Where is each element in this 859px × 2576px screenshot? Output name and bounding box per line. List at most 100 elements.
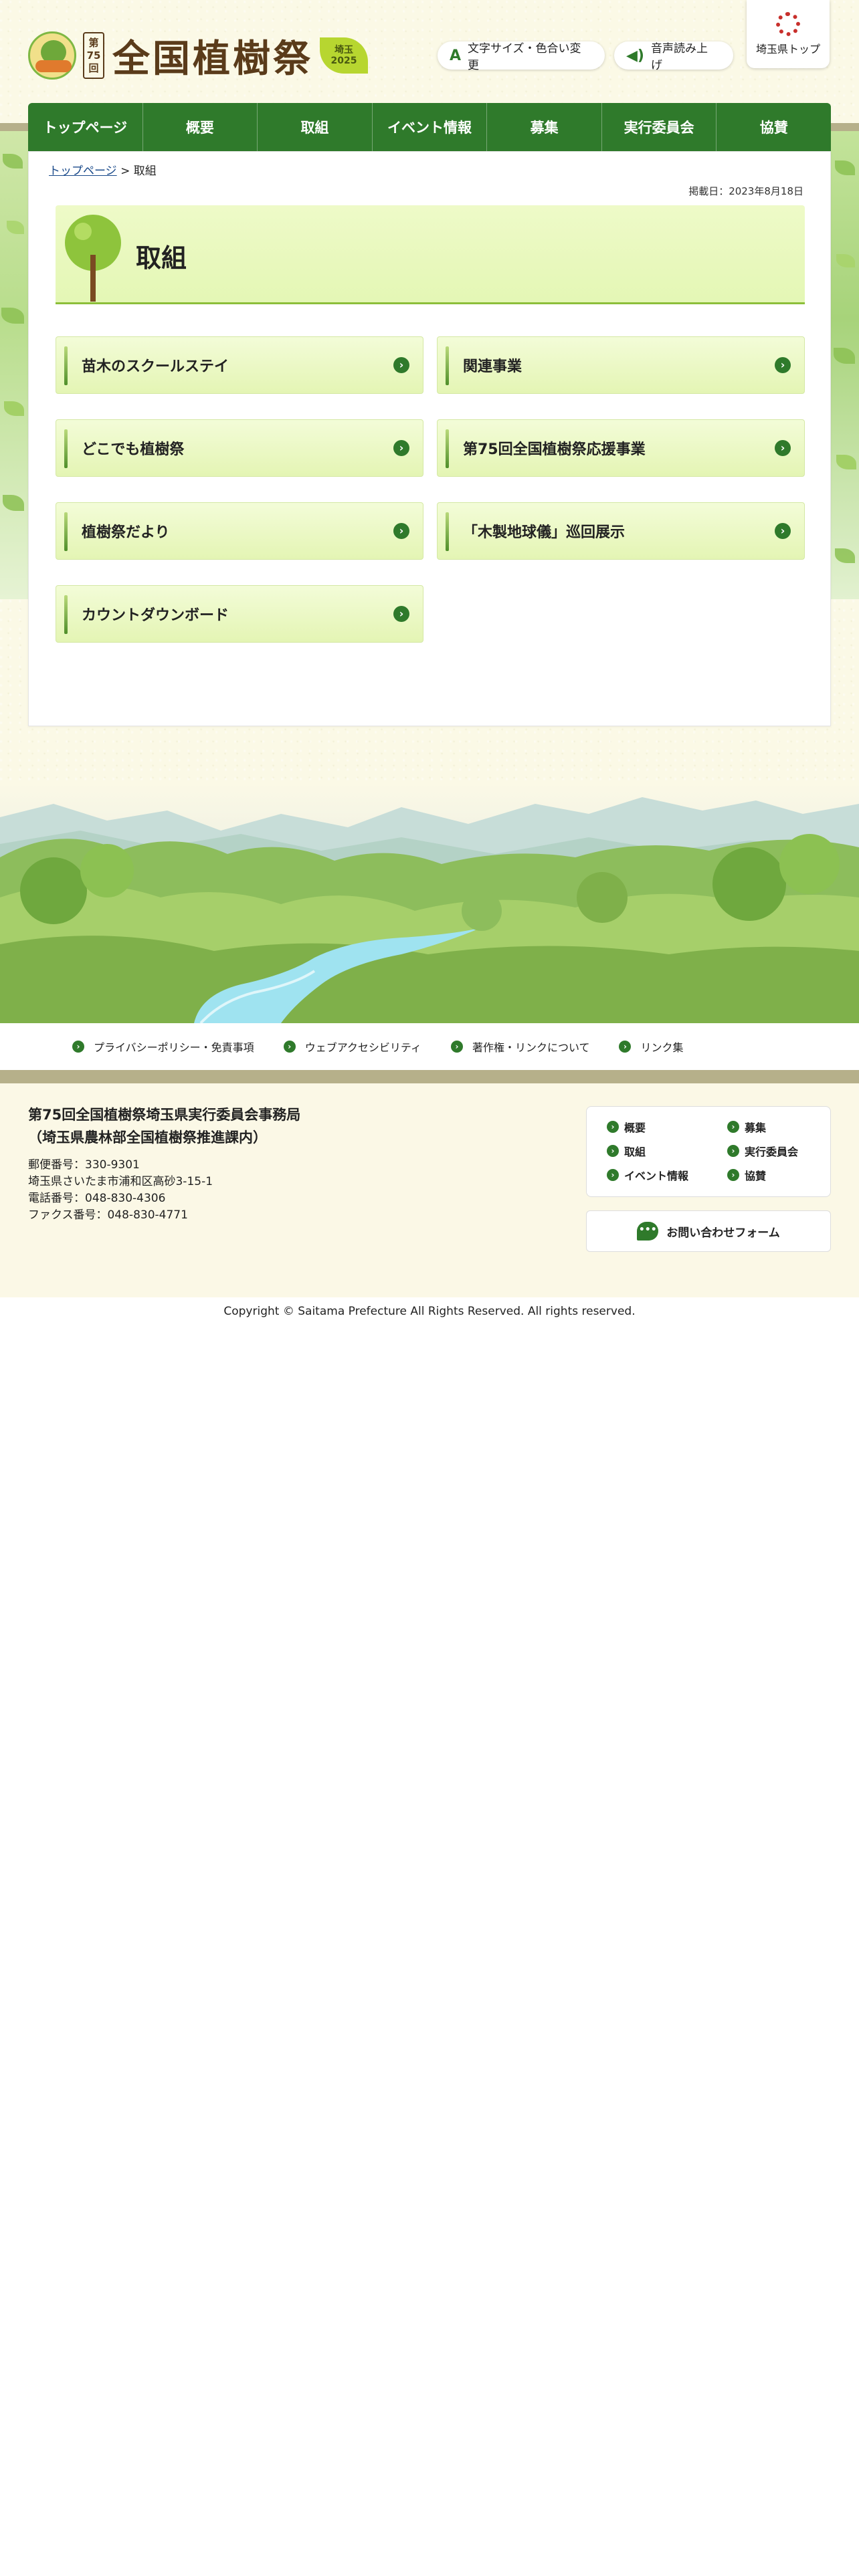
chevron-right-icon: › [393,440,409,456]
chevron-right-icon: › [393,523,409,539]
card-support-projects[interactable]: 第75回全国植樹祭応援事業 › [437,419,805,477]
global-nav: トップページ 概要 取組 イベント情報 募集 実行委員会 協賛 [28,103,831,151]
card-accent [446,346,449,385]
privacy-policy-link[interactable]: › プライバシーポリシー・免責事項 [72,1039,254,1055]
landscape-illustration [0,784,859,1023]
font-size-color-button[interactable]: A 文字サイズ・色合い変更 [438,41,605,72]
chevron-right-icon: › [283,1041,296,1053]
chat-bubble-icon: ••• [637,1222,659,1241]
chevron-right-icon: › [607,1169,619,1181]
logo-edition: 第 75 回 [83,32,104,79]
breadcrumb-home-link[interactable]: トップページ [49,165,117,178]
chevron-right-icon: › [775,357,791,373]
card-label: 「木製地球儀」巡回展示 [463,524,626,541]
breadcrumb-separator: > [120,165,130,178]
nav-item-recruitment[interactable]: 募集 [486,103,601,151]
site-logo[interactable]: 第 75 回 全国植樹祭 埼玉 2025 [28,29,389,82]
chevron-right-icon: › [607,1145,619,1157]
card-label: 関連事業 [463,358,522,375]
footer-link-label: 著作権・リンクについて [472,1041,590,1054]
card-accent [64,595,68,634]
card-accent [64,512,68,551]
nav-item-events[interactable]: イベント情報 [371,103,487,151]
fax-number: ファクス番号：048-830-4771 [28,1208,188,1222]
nav-item-overview[interactable]: 概要 [142,103,258,151]
phone-number: 電話番号：048-830-4306 [28,1192,166,1205]
emblem-icon [28,31,76,80]
footer-band [0,1070,859,1083]
font-size-icon: A [450,47,462,64]
contact-form-label: お問い合わせフォーム [666,1226,780,1240]
footer-nav-recruitment[interactable]: › 募集 [727,1119,766,1135]
chevron-right-icon: › [72,1041,84,1053]
chevron-right-icon: › [727,1121,739,1133]
footer-nav-sponsors[interactable]: › 協賛 [727,1167,766,1183]
footer-nav: › 概要 › 募集 › 取組 › 実行委員会 › イベント情報 › 協賛 [586,1106,831,1197]
web-accessibility-link[interactable]: › ウェブアクセシビリティ [283,1039,421,1055]
site-footer: 第75回全国植樹祭埼玉県実行委員会事務局 （埼玉県農林部全国植樹祭推進課内） 郵… [0,1083,859,1297]
saitama-top-link[interactable]: 埼玉県トップ [747,0,830,68]
footer-link-label: ウェブアクセシビリティ [304,1041,421,1054]
voice-reading-button[interactable]: ◀) 音声読み上げ [614,41,733,72]
card-label: 植樹祭だより [82,524,170,541]
postal-code: 郵便番号：330-9301 [28,1158,140,1172]
chevron-right-icon: › [450,1041,463,1053]
card-related-projects[interactable]: 関連事業 › [437,336,805,394]
main-content: トップページ > 取組 掲載日：2023年8月18日 取組 苗木のスクールステイ… [28,151,831,726]
chevron-right-icon: › [775,440,791,456]
nav-item-sponsors[interactable]: 協賛 [716,103,831,151]
saitama-top-label: 埼玉県トップ [755,43,820,56]
logo-title: 全国植樹祭 [112,36,313,81]
logo-badge: 埼玉 2025 [320,37,368,74]
nav-item-initiatives[interactable]: 取組 [257,103,372,151]
card-label: 第75回全国植樹祭応援事業 [463,441,646,458]
page-title: 取組 [136,243,187,273]
speaker-icon: ◀) [626,47,644,64]
nav-item-committee[interactable]: 実行委員会 [601,103,717,151]
card-wooden-globe-exhibit[interactable]: 「木製地球儀」巡回展示 › [437,502,805,560]
card-newsletter[interactable]: 植樹祭だより › [56,502,423,560]
chevron-right-icon: › [727,1169,739,1181]
card-label: 苗木のスクールステイ [82,358,229,375]
address: 埼玉県さいたま市浦和区高砂3-15-1 [28,1175,213,1188]
footer-nav-events[interactable]: › イベント情報 [607,1167,688,1183]
left-foliage [0,131,28,599]
card-sapling-school-stay[interactable]: 苗木のスクールステイ › [56,336,423,394]
published-date: 掲載日：2023年8月18日 [688,185,803,197]
org-name: 第75回全国植樹祭埼玉県実行委員会事務局 [28,1107,301,1123]
site-header: 第 75 回 全国植樹祭 埼玉 2025 A 文字サイズ・色合い変更 ◀) 音声… [0,0,859,104]
footer-nav-initiatives[interactable]: › 取組 [607,1143,646,1159]
right-foliage [831,131,859,599]
org-department: （埼玉県農林部全国植樹祭推進課内） [28,1130,267,1146]
saitama-sun-icon [776,12,800,36]
chevron-right-icon: › [727,1145,739,1157]
voice-button-label: 音声読み上げ [650,42,708,72]
card-anywhere-planting[interactable]: どこでも植樹祭 › [56,419,423,477]
chevron-right-icon: › [393,357,409,373]
card-label: どこでも植樹祭 [82,441,185,458]
tree-icon [65,215,121,302]
links-page-link[interactable]: › リンク集 [619,1039,683,1055]
font-size-button-label: 文字サイズ・色合い変更 [468,42,581,72]
card-countdown-board[interactable]: カウントダウンボード › [56,585,423,643]
organization-info: 第75回全国植樹祭埼玉県実行委員会事務局 （埼玉県農林部全国植樹祭推進課内） 郵… [28,1103,403,1224]
chevron-right-icon: › [607,1121,619,1133]
chevron-right-icon: › [393,606,409,622]
footer-links: › プライバシーポリシー・免責事項 › ウェブアクセシビリティ › 著作権・リン… [0,1023,859,1070]
breadcrumb-current: 取組 [133,165,157,178]
chevron-right-icon: › [775,523,791,539]
card-accent [446,512,449,551]
nav-item-top[interactable]: トップページ [28,103,142,151]
footer-nav-overview[interactable]: › 概要 [607,1119,646,1135]
copyright: Copyright © Saitama Prefecture All Right… [0,1297,859,1325]
card-accent [64,346,68,385]
footer-nav-committee[interactable]: › 実行委員会 [727,1143,798,1159]
contact-form-button[interactable]: ••• お問い合わせフォーム [586,1210,831,1252]
card-accent [64,429,68,468]
chevron-right-icon: › [619,1041,632,1053]
card-accent [446,429,449,468]
landscape-scene [0,797,859,1023]
card-label: カウントダウンボード [82,607,229,624]
footer-link-label: リンク集 [640,1041,684,1054]
copyright-link-policy-link[interactable]: › 著作権・リンクについて [450,1039,590,1055]
